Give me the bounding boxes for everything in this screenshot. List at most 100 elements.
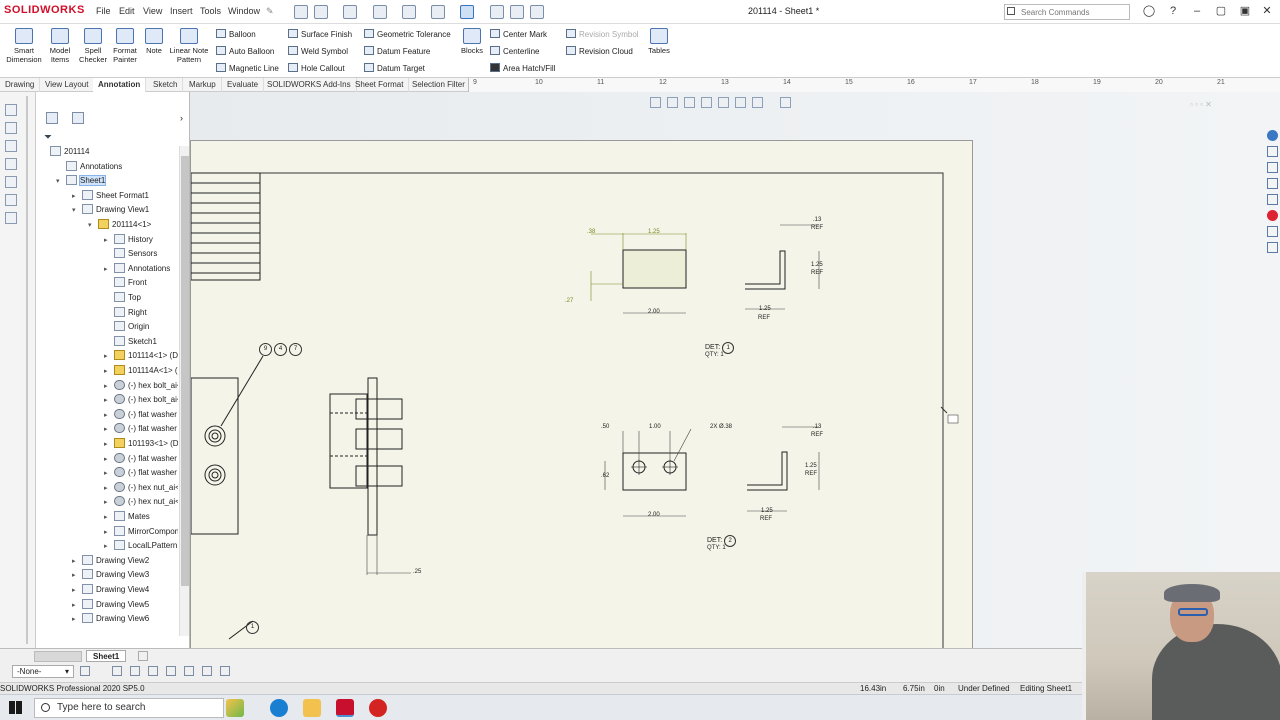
tree-scrollbar-thumb[interactable] (181, 156, 189, 586)
expand-icon[interactable]: ▸ (104, 440, 114, 448)
note-button[interactable]: Note (142, 28, 166, 55)
tree-item[interactable]: Origin (104, 321, 149, 335)
dimension-ref[interactable]: REF (805, 471, 817, 477)
dimension[interactable]: .38 (587, 229, 595, 235)
search-commands-input[interactable]: Search Commands (1004, 4, 1130, 20)
layer-properties-icon[interactable] (80, 666, 90, 676)
expand-icon[interactable]: ▸ (104, 411, 114, 419)
model-items-button[interactable]: Model Items (44, 28, 76, 64)
file-explorer-icon[interactable] (303, 699, 321, 717)
dimension-ref[interactable]: REF (760, 516, 772, 522)
menu-file[interactable]: File (96, 6, 111, 16)
edge-browser-icon[interactable] (270, 699, 288, 717)
assembly-front-view[interactable] (191, 355, 264, 640)
display-style-icon[interactable] (752, 97, 763, 108)
zoom-to-area-icon[interactable] (667, 97, 678, 108)
expand-icon[interactable]: ▸ (104, 236, 114, 244)
revision-cloud-button[interactable]: Revision Cloud (566, 46, 633, 56)
color-display-mode-icon[interactable] (184, 666, 194, 676)
tree-item[interactable]: Annotations (56, 160, 122, 175)
format-painter-button[interactable]: Format Painter (110, 28, 140, 64)
tree-item[interactable]: ▸ Sheet Format1 (72, 189, 149, 204)
graphics-area[interactable]: ▫ ▫ ▫ ✕ 9 4 7 1 .38 1.25 .27 2.00 .13 RE… (190, 92, 1280, 660)
restore-icon[interactable]: ▢ (1214, 4, 1228, 18)
expand-icon[interactable]: ▸ (104, 425, 114, 433)
user-icon[interactable]: ◯ (1142, 4, 1156, 18)
tab-solidworks-add-ins[interactable]: SOLIDWORKS Add-Ins (262, 78, 357, 92)
tree-item[interactable]: ▸ (-) hex bolt_ai<2> (104, 394, 178, 408)
line-color-icon[interactable] (112, 666, 122, 676)
solidworks-logo[interactable]: SOLIDWORKS (4, 4, 85, 16)
tree-item[interactable]: ▸ Drawing View6 (72, 613, 149, 627)
tree-item[interactable]: ▾ Sheet1 (56, 175, 107, 189)
hide-show-items-icon[interactable] (780, 97, 791, 108)
minimize-icon[interactable]: – (1190, 4, 1204, 18)
tree-item[interactable]: ▸ 101114A<1> (Def (104, 365, 178, 379)
select-icon[interactable] (460, 5, 474, 19)
menu-insert[interactable]: Insert (170, 6, 193, 16)
add-sheet-icon[interactable] (138, 651, 148, 661)
print-icon[interactable] (402, 5, 416, 19)
dimension[interactable]: .13 (813, 217, 821, 223)
blocks-button[interactable]: Blocks (460, 28, 484, 55)
tree-item[interactable]: ▾ Drawing View1 (72, 204, 149, 218)
detail-2-angle-view[interactable] (747, 426, 820, 512)
tree-item[interactable]: ▸ 101114<1> (Defa (104, 350, 178, 364)
tree-item[interactable]: ▸ MirrorComponen (104, 525, 178, 540)
tree-item[interactable]: Sensors (104, 248, 157, 262)
design-library-icon[interactable] (1267, 146, 1278, 157)
tree-item[interactable]: ▸ (-) hex bolt_ai<1> (104, 379, 178, 394)
hole-callout-dimension[interactable]: 2X Ø.38 (710, 424, 732, 430)
center-mark-button[interactable]: Center Mark (490, 29, 547, 39)
news-widget-icon[interactable] (226, 699, 244, 717)
tab-evaluate[interactable]: Evaluate (222, 78, 265, 92)
tree-item[interactable]: Sketch1 (104, 335, 157, 350)
line-thickness-icon[interactable] (130, 666, 140, 676)
weld-symbol-button[interactable]: Weld Symbol (288, 46, 348, 56)
collapse-icon[interactable]: ▾ (72, 206, 82, 214)
centerline-button[interactable]: Centerline (490, 46, 539, 56)
taskbar-search-input[interactable]: Type here to search (34, 698, 224, 718)
filter-icon[interactable]: ⏷ (44, 132, 52, 143)
detail-2-plate-view[interactable] (604, 428, 692, 517)
dimension[interactable]: 1.25 (648, 229, 660, 235)
tab-view-layout[interactable]: View Layout (40, 78, 95, 92)
rotate-icon[interactable] (735, 97, 746, 108)
tab-sketch[interactable]: Sketch (148, 78, 184, 92)
sketch-tools-icon[interactable] (701, 97, 712, 108)
tree-item[interactable]: Right (104, 306, 147, 321)
rebuild-icon[interactable] (490, 5, 504, 19)
tree-item[interactable]: ▸ Drawing View3 (72, 569, 149, 583)
screen-recorder-icon[interactable] (369, 699, 387, 717)
dimension[interactable]: 1.00 (649, 424, 661, 430)
revision-symbol-button[interactable]: Revision Symbol (566, 29, 639, 39)
tree-item[interactable]: ▾ 201114<1> (88, 219, 151, 233)
help-icon[interactable]: ? (1166, 4, 1180, 18)
expand-panel-icon[interactable]: › (180, 113, 183, 123)
tree-item[interactable]: Top (104, 292, 141, 306)
options-gear-icon[interactable] (530, 5, 544, 19)
save-icon[interactable] (373, 5, 387, 19)
dimension[interactable]: .50 (601, 424, 609, 430)
dimension[interactable]: .62 (601, 473, 609, 479)
expand-icon[interactable]: ▸ (104, 367, 114, 375)
dimension[interactable]: 2.00 (648, 309, 660, 315)
dimension[interactable]: 1.25 (761, 508, 773, 514)
spell-checker-button[interactable]: Spell Checker (78, 28, 108, 64)
feature-manager-tab-icon[interactable] (46, 112, 58, 124)
hide-show-edges-icon[interactable] (166, 666, 176, 676)
dimension[interactable]: 1.25 (811, 262, 823, 268)
windows-start-icon[interactable] (9, 701, 22, 714)
tree-item[interactable]: ▸ (-) flat washer typ (104, 452, 178, 467)
tree-item[interactable]: ▸ (-) hex nut_ai<1> (104, 481, 178, 496)
menu-window[interactable]: Window (228, 6, 260, 16)
expand-icon[interactable]: ▸ (104, 265, 114, 273)
tables-button[interactable]: Tables (646, 28, 672, 55)
tab-selection-filter[interactable]: Selection Filter (407, 78, 471, 92)
dimension[interactable]: .13 (813, 424, 821, 430)
bom-table[interactable] (191, 172, 261, 281)
dimension[interactable]: 1.25 (759, 306, 771, 312)
surface-finish-button[interactable]: Surface Finish (288, 29, 352, 39)
property-manager-tab-icon[interactable] (72, 112, 84, 124)
tree-item[interactable]: ▸ (-) flat washer typ (104, 467, 178, 481)
